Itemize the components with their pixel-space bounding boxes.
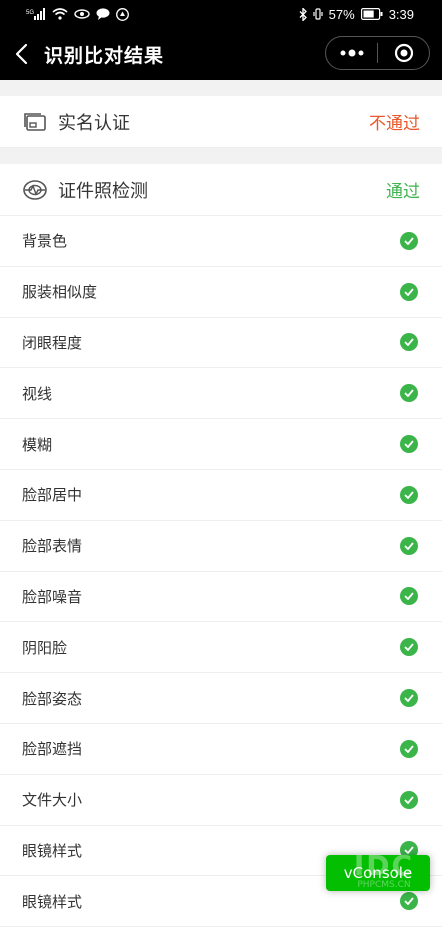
realname-header: 实名认证 不通过 (0, 96, 442, 148)
check-row: 背景色 (0, 216, 442, 267)
close-circle-icon (394, 43, 413, 63)
check-row: 模糊 (0, 419, 442, 470)
check-icon (400, 333, 418, 352)
check-label: 服装相似度 (22, 283, 98, 302)
check-row: 闭眼程度 (0, 318, 442, 369)
photo-check-header: 证件照检测 通过 (0, 164, 442, 216)
realname-status: 不通过 (369, 114, 420, 134)
more-dots-icon (340, 49, 363, 57)
more-button[interactable] (326, 37, 377, 69)
check-icon (400, 790, 418, 809)
check-row: 脸部表情 (0, 521, 442, 572)
check-icon (400, 536, 418, 555)
status-right: 57% 3:39 (299, 7, 414, 22)
check-icon (400, 892, 418, 911)
id-card-icon (22, 109, 48, 135)
chat-icon (96, 8, 110, 20)
check-label: 文件大小 (22, 791, 83, 810)
check-row: 阴阳脸 (0, 622, 442, 674)
check-row: 脸部噪音 (0, 572, 442, 623)
vconsole-button[interactable]: vConsole (326, 855, 430, 891)
battery-icon (360, 8, 383, 20)
nav-bar: 识别比对结果 (0, 28, 442, 80)
check-label: 脸部噪音 (22, 587, 83, 606)
check-row: 脸部姿态 (0, 673, 442, 724)
status-bar: 5G 57% 3:39 (0, 0, 442, 28)
check-icon (400, 587, 418, 606)
check-label: 眼镜样式 (22, 892, 83, 911)
check-icon (400, 231, 418, 250)
network-type: 5G (26, 10, 34, 16)
close-miniprogram-button[interactable] (378, 37, 429, 69)
check-label: 脸部表情 (22, 537, 83, 556)
check-label: 视线 (22, 384, 53, 403)
check-row: 脸部居中 (0, 470, 442, 521)
wifi-icon (52, 8, 68, 20)
photo-check-card: 证件照检测 通过 背景色 服装相似度 闭眼程度 视线 模糊 脸部居中 脸部表情 … (0, 164, 442, 927)
signal-icon: 5G (26, 8, 46, 20)
check-icon (400, 638, 418, 657)
check-label: 阴阳脸 (22, 638, 68, 657)
realname-card: 实名认证 不通过 (0, 96, 442, 148)
check-list: 背景色 服装相似度 闭眼程度 视线 模糊 脸部居中 脸部表情 脸部噪音 阴阳脸 … (0, 216, 442, 927)
photo-check-title: 证件照检测 (58, 180, 148, 202)
check-icon (400, 485, 418, 504)
clock: 3:39 (388, 6, 414, 22)
check-row: 服装相似度 (0, 267, 442, 318)
check-label: 脸部居中 (22, 486, 83, 505)
status-left: 5G (26, 7, 129, 21)
realname-title: 实名认证 (58, 112, 130, 134)
mini-program-capsule (325, 36, 430, 70)
check-label: 背景色 (22, 232, 68, 251)
check-label: 脸部姿态 (22, 689, 83, 708)
check-label: 模糊 (22, 435, 53, 454)
check-label: 脸部遮挡 (22, 740, 83, 759)
photo-check-status: 通过 (386, 182, 420, 202)
page-title: 识别比对结果 (44, 44, 165, 67)
check-icon (400, 384, 418, 403)
check-label: 闭眼程度 (22, 333, 83, 352)
check-row: 脸部遮挡 (0, 724, 442, 775)
section-gap (0, 80, 442, 96)
check-icon (400, 435, 418, 454)
check-icon (400, 739, 418, 758)
content: 实名认证 不通过 证件照检测 通过 背景色 服装相似度 闭眼程度 视线 模糊 脸… (0, 80, 442, 927)
section-gap (0, 148, 442, 164)
bluetooth-icon (299, 7, 307, 21)
vibrate-icon (313, 8, 323, 20)
eye-icon (74, 8, 90, 20)
back-button[interactable] (0, 28, 44, 80)
check-icon (400, 282, 418, 301)
app-notify-icon (116, 7, 129, 21)
chevron-left-icon (15, 43, 28, 65)
face-scan-icon (22, 177, 48, 203)
battery-percent: 57% (328, 6, 355, 22)
check-row: 视线 (0, 368, 442, 420)
check-row: 文件大小 (0, 775, 442, 826)
check-icon (400, 689, 418, 708)
